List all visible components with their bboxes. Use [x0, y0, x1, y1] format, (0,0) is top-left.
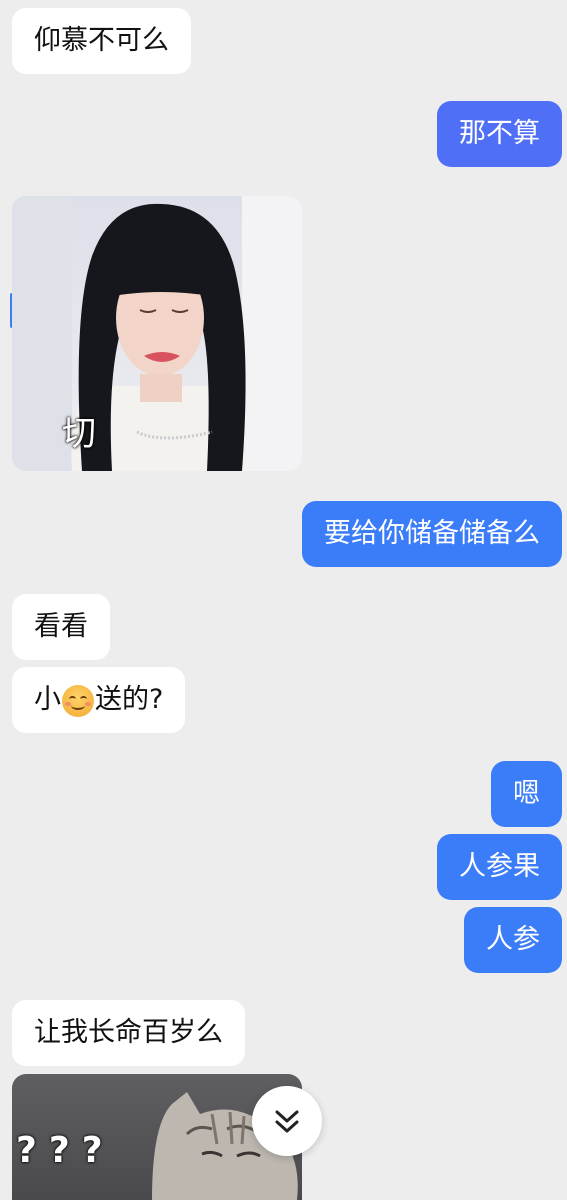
message-outgoing[interactable]: 人参果	[437, 834, 562, 900]
message-incoming[interactable]: 小 送的?	[12, 667, 186, 733]
message-incoming[interactable]: 让我长命百岁么	[12, 1000, 245, 1066]
message-incoming[interactable]: 看看	[12, 594, 110, 660]
message-text: 小	[34, 684, 61, 715]
message-outgoing[interactable]: 人参	[464, 907, 562, 973]
double-chevron-down-icon	[275, 1110, 299, 1133]
message-outgoing[interactable]: 那不算	[437, 101, 562, 167]
scroll-to-bottom-button[interactable]	[252, 1086, 322, 1156]
smiling-face-emoji-icon	[62, 684, 94, 717]
sticker-image[interactable]	[12, 196, 302, 471]
message-outgoing[interactable]: 要给你储备储备么	[302, 501, 562, 567]
sticker-caption: ???	[16, 1130, 115, 1171]
person-sticker-graphic	[12, 196, 302, 471]
sticker-caption: 切	[62, 414, 96, 454]
message-text: 送的?	[95, 684, 164, 715]
message-incoming[interactable]: 仰慕不可么	[12, 8, 191, 74]
message-outgoing[interactable]: 嗯	[491, 761, 562, 827]
